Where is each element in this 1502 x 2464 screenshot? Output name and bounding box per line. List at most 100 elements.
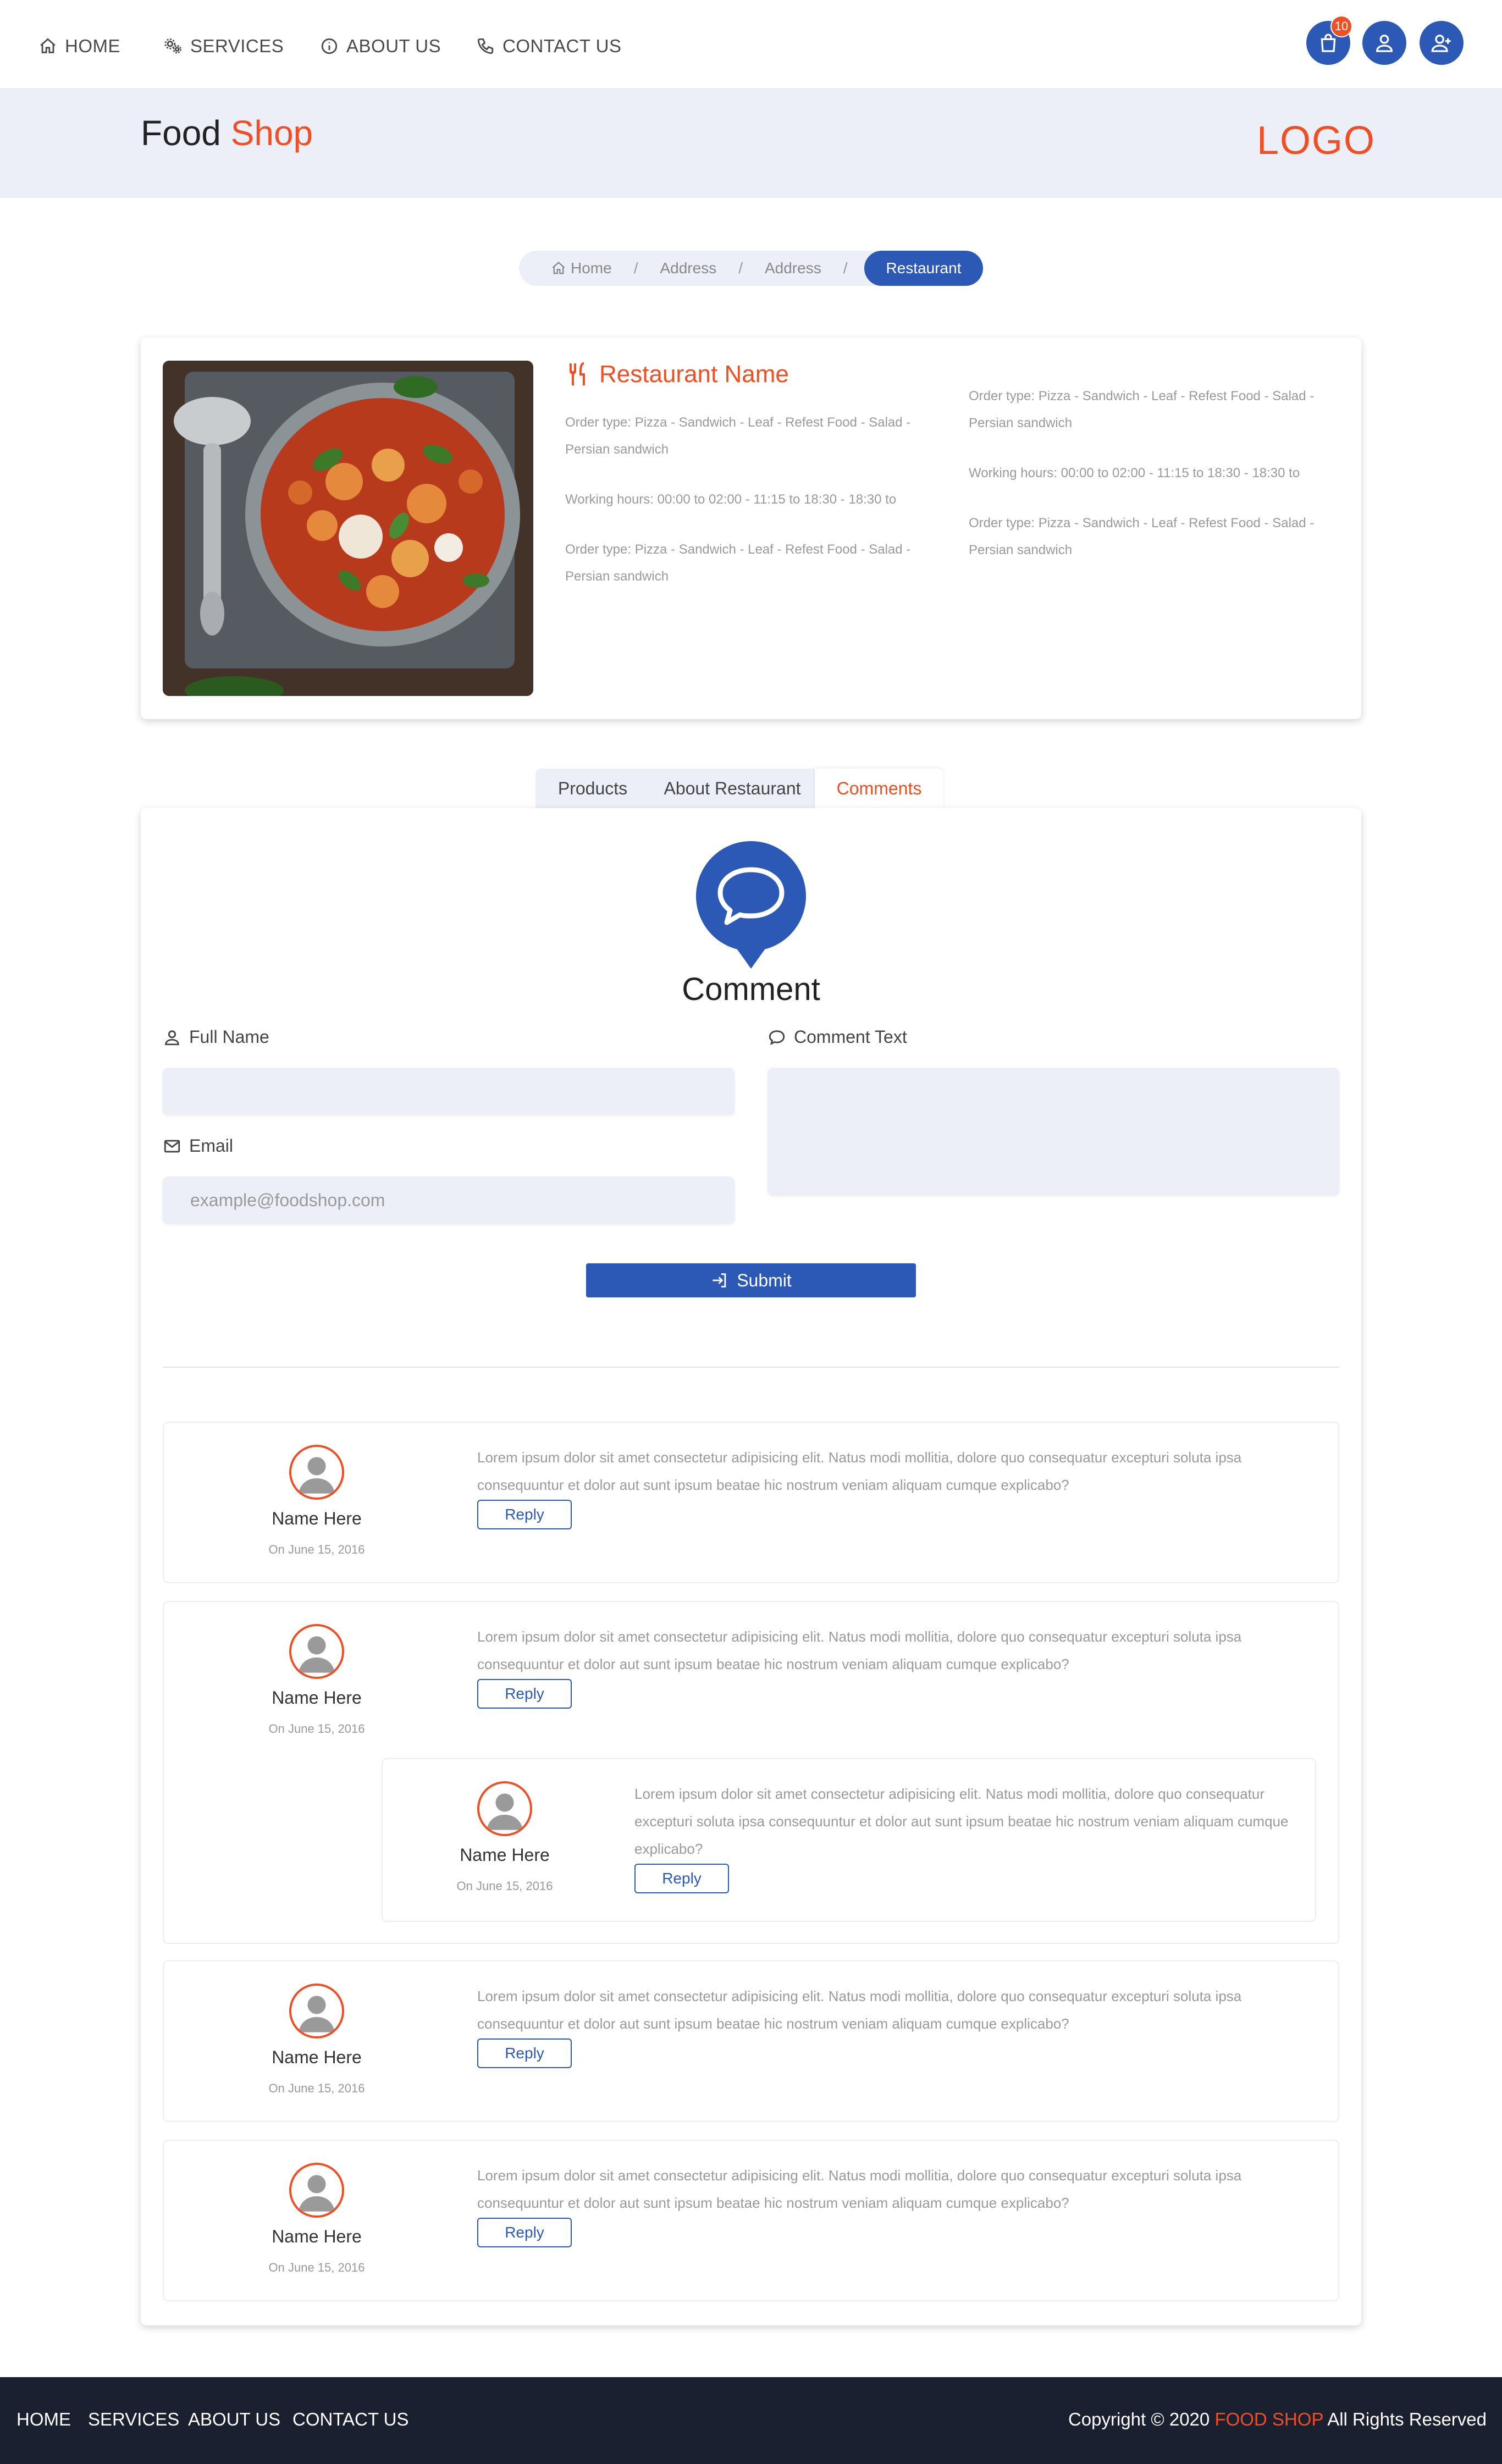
breadcrumb-address-1[interactable]: Address	[660, 259, 716, 277]
comment-text-label: Comment Text	[767, 1027, 907, 1047]
speech-bubble-icon	[696, 841, 806, 969]
nav-about-label: ABOUT US	[346, 36, 441, 56]
user-icon	[165, 1030, 179, 1045]
full-name-label-text: Full Name	[189, 1027, 269, 1047]
comments-panel: Comment Full Name Email example@foodshop…	[141, 808, 1361, 2325]
user-icon	[1376, 34, 1393, 52]
brand-main-text: Food	[141, 113, 221, 153]
nav-services-label: SERVICES	[190, 36, 284, 56]
comment-text: Lorem ipsum dolor sit amet consectetur a…	[477, 2167, 1242, 2211]
avatar-placeholder-icon	[479, 1783, 530, 1834]
breadcrumb-separator: /	[738, 259, 743, 277]
full-name-label: Full Name	[163, 1027, 269, 1047]
footer-contact-link[interactable]: CONTACT US	[292, 2409, 408, 2430]
avatar-placeholder-icon	[291, 1986, 342, 2036]
breadcrumb: Home / Address / Address / Restaurant	[519, 251, 983, 286]
full-name-input[interactable]	[163, 1068, 735, 1115]
comment-date: On June 15, 2016	[268, 2261, 365, 2274]
reply-button[interactable]: Reply	[477, 2218, 572, 2247]
order-type-text: Order type: Pizza - Sandwich - Leaf - Re…	[969, 516, 1315, 557]
reply-button[interactable]: Reply	[477, 1679, 572, 1709]
comment-date: On June 15, 2016	[268, 1722, 365, 1736]
restaurant-photo	[163, 361, 533, 696]
breadcrumb-separator: /	[843, 259, 848, 277]
footer-services-link[interactable]: SERVICES	[88, 2409, 179, 2430]
avatar	[477, 1781, 532, 1836]
phone-icon	[477, 38, 494, 54]
order-type-text: Order type: Pizza - Sandwich - Leaf - Re…	[565, 542, 911, 584]
site-logo[interactable]: LOGO	[1257, 118, 1376, 163]
nav-home-link[interactable]: HOME	[38, 34, 120, 58]
breadcrumb-separator: /	[633, 259, 638, 277]
restaurant-info-left: Order type: Pizza - Sandwich - Leaf - Re…	[565, 409, 939, 613]
section-divider	[163, 1367, 1339, 1368]
register-button[interactable]	[1420, 21, 1464, 65]
nested-reply-item: Name Here On June 15, 2016 Lorem ipsum d…	[382, 1758, 1316, 1922]
breadcrumb-address-2[interactable]: Address	[765, 259, 821, 277]
comment-text: Lorem ipsum dolor sit amet consectetur a…	[477, 1449, 1242, 1493]
order-type-text: Order type: Pizza - Sandwich - Leaf - Re…	[969, 389, 1315, 430]
tab-about-restaurant[interactable]: About Restaurant	[650, 769, 815, 808]
comment-item: Name Here On June 15, 2016 Lorem ipsum d…	[163, 1601, 1339, 1944]
comment-heading: Comment	[682, 971, 820, 1007]
nav-about-link[interactable]: ABOUT US	[320, 34, 441, 58]
reply-button[interactable]: Reply	[477, 2038, 572, 2068]
working-hours-text: Working hours: 00:00 to 02:00 - 11:15 to…	[565, 492, 897, 507]
home-icon	[552, 261, 565, 274]
comment-date: On June 15, 2016	[268, 2081, 365, 2095]
comment-text-label-text: Comment Text	[794, 1027, 907, 1047]
avatar-placeholder-icon	[291, 2165, 342, 2216]
email-input[interactable]: example@foodshop.com	[163, 1176, 735, 1224]
avatar	[289, 1624, 344, 1679]
nav-contact-link[interactable]: CONTACT US	[476, 34, 621, 58]
user-plus-icon	[1431, 34, 1451, 52]
avatar	[289, 1984, 344, 2038]
cart-button[interactable]: 10	[1306, 15, 1352, 65]
comment-text: Lorem ipsum dolor sit amet consectetur a…	[634, 1786, 1289, 1857]
email-label: Email	[163, 1136, 233, 1156]
comment-text: Lorem ipsum dolor sit amet consectetur a…	[477, 1628, 1242, 1672]
copyright-text: Copyright © 2020 FOOD SHOP All Rights Re…	[1068, 2409, 1487, 2430]
tab-comments[interactable]: Comments	[815, 769, 943, 808]
nav-contact-label: CONTACT US	[502, 36, 622, 56]
comment-item: Name Here On June 15, 2016 Lorem ipsum d…	[163, 1960, 1339, 2122]
email-label-text: Email	[189, 1136, 234, 1156]
breadcrumb-home[interactable]: Home	[551, 259, 612, 277]
copyright-brand[interactable]: FOOD SHOP	[1214, 2409, 1323, 2429]
gears-icon	[164, 38, 181, 54]
footer: HOME SERVICES ABOUT US CONTACT US Copyri…	[0, 2377, 1502, 2464]
nav-services-link[interactable]: SERVICES	[164, 34, 284, 58]
avatar-placeholder-icon	[291, 1626, 342, 1677]
restaurant-card: Restaurant Name Order type: Pizza - Sand…	[141, 338, 1361, 719]
copyright-suffix: All Rights Reserved	[1327, 2409, 1487, 2429]
footer-home-link[interactable]: HOME	[16, 2409, 71, 2430]
commenter-name: Name Here	[272, 2047, 362, 2067]
reply-button[interactable]: Reply	[477, 1500, 572, 1529]
top-navbar: HOME SERVICES ABOUT US CONTACT US 10	[0, 0, 1502, 88]
commenter-name: Name Here	[272, 2227, 362, 2246]
avatar	[289, 1445, 344, 1500]
comment-item: Name Here On June 15, 2016 Lorem ipsum d…	[163, 2140, 1339, 2301]
restaurant-tabs: Products About Restaurant Comments	[535, 769, 943, 808]
comment-date: On June 15, 2016	[268, 1543, 365, 1556]
commenter-name: Name Here	[272, 1509, 362, 1528]
brand-accent-text: Shop	[230, 113, 313, 153]
commenter-name: Name Here	[460, 1845, 550, 1865]
tab-products[interactable]: Products	[535, 769, 650, 808]
comment-date: On June 15, 2016	[456, 1879, 553, 1893]
envelope-icon	[164, 1140, 180, 1152]
comment-item: Name Here On June 15, 2016 Lorem ipsum d…	[163, 1422, 1339, 1583]
food-dish-image	[163, 361, 533, 696]
comment-text: Lorem ipsum dolor sit amet consectetur a…	[477, 1988, 1242, 2032]
user-account-button[interactable]	[1362, 21, 1406, 65]
reply-button[interactable]: Reply	[634, 1864, 729, 1893]
restaurant-info-right: Order type: Pizza - Sandwich - Leaf - Re…	[969, 383, 1343, 587]
restaurant-name-label: Restaurant Name	[599, 361, 789, 388]
submit-button[interactable]: Submit	[586, 1263, 916, 1297]
comment-text-area[interactable]	[767, 1068, 1339, 1195]
brand-title[interactable]: Food Shop	[141, 113, 313, 153]
breadcrumb-home-label: Home	[571, 259, 612, 277]
footer-about-link[interactable]: ABOUT US	[188, 2409, 280, 2430]
commenter-name: Name Here	[272, 1688, 362, 1708]
order-type-text: Order type: Pizza - Sandwich - Leaf - Re…	[565, 415, 911, 457]
